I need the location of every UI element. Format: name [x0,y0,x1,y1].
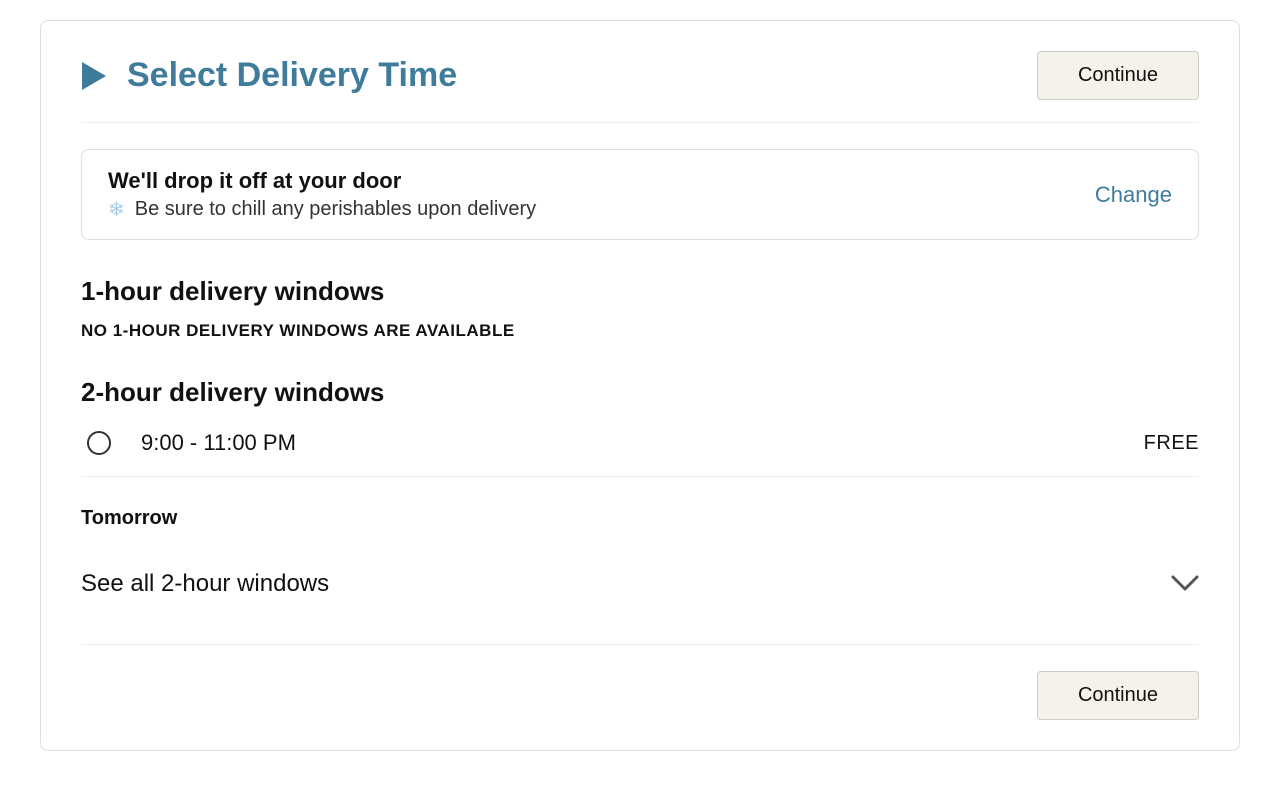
delivery-time-card: Select Delivery Time Continue We'll drop… [40,20,1240,751]
slot-left: 9:00 - 11:00 PM [87,430,296,456]
see-all-text: See all 2-hour windows [81,570,329,598]
header-row: Select Delivery Time Continue [81,51,1199,123]
slot-time: 9:00 - 11:00 PM [141,430,296,456]
play-icon [81,62,107,90]
snowflake-icon: ❄ [108,200,125,220]
chevron-down-icon [1171,575,1199,593]
see-all-row[interactable]: See all 2-hour windows [81,560,1199,645]
continue-button-top[interactable]: Continue [1037,51,1199,100]
delivery-slot-row[interactable]: 9:00 - 11:00 PM FREE [81,422,1199,477]
slot-price: FREE [1144,432,1199,455]
dropoff-subtitle-row: ❄ Be sure to chill any perishables upon … [108,198,1095,221]
dropoff-subtitle: Be sure to chill any perishables upon de… [135,198,536,221]
dropoff-info-box: We'll drop it off at your door ❄ Be sure… [81,149,1199,240]
continue-button-bottom[interactable]: Continue [1037,671,1199,720]
one-hour-none-msg: NO 1-HOUR DELIVERY WINDOWS ARE AVAILABLE [81,321,1199,341]
slot-radio[interactable] [87,431,111,455]
dropoff-info-left: We'll drop it off at your door ❄ Be sure… [108,168,1095,221]
two-hour-heading: 2-hour delivery windows [81,377,1199,408]
one-hour-heading: 1-hour delivery windows [81,276,1199,307]
dropoff-title: We'll drop it off at your door [108,168,1095,194]
change-link[interactable]: Change [1095,182,1172,208]
header-left: Select Delivery Time [81,56,457,95]
tomorrow-label: Tomorrow [81,507,1199,530]
footer-row: Continue [81,671,1199,720]
page-title: Select Delivery Time [127,56,457,95]
